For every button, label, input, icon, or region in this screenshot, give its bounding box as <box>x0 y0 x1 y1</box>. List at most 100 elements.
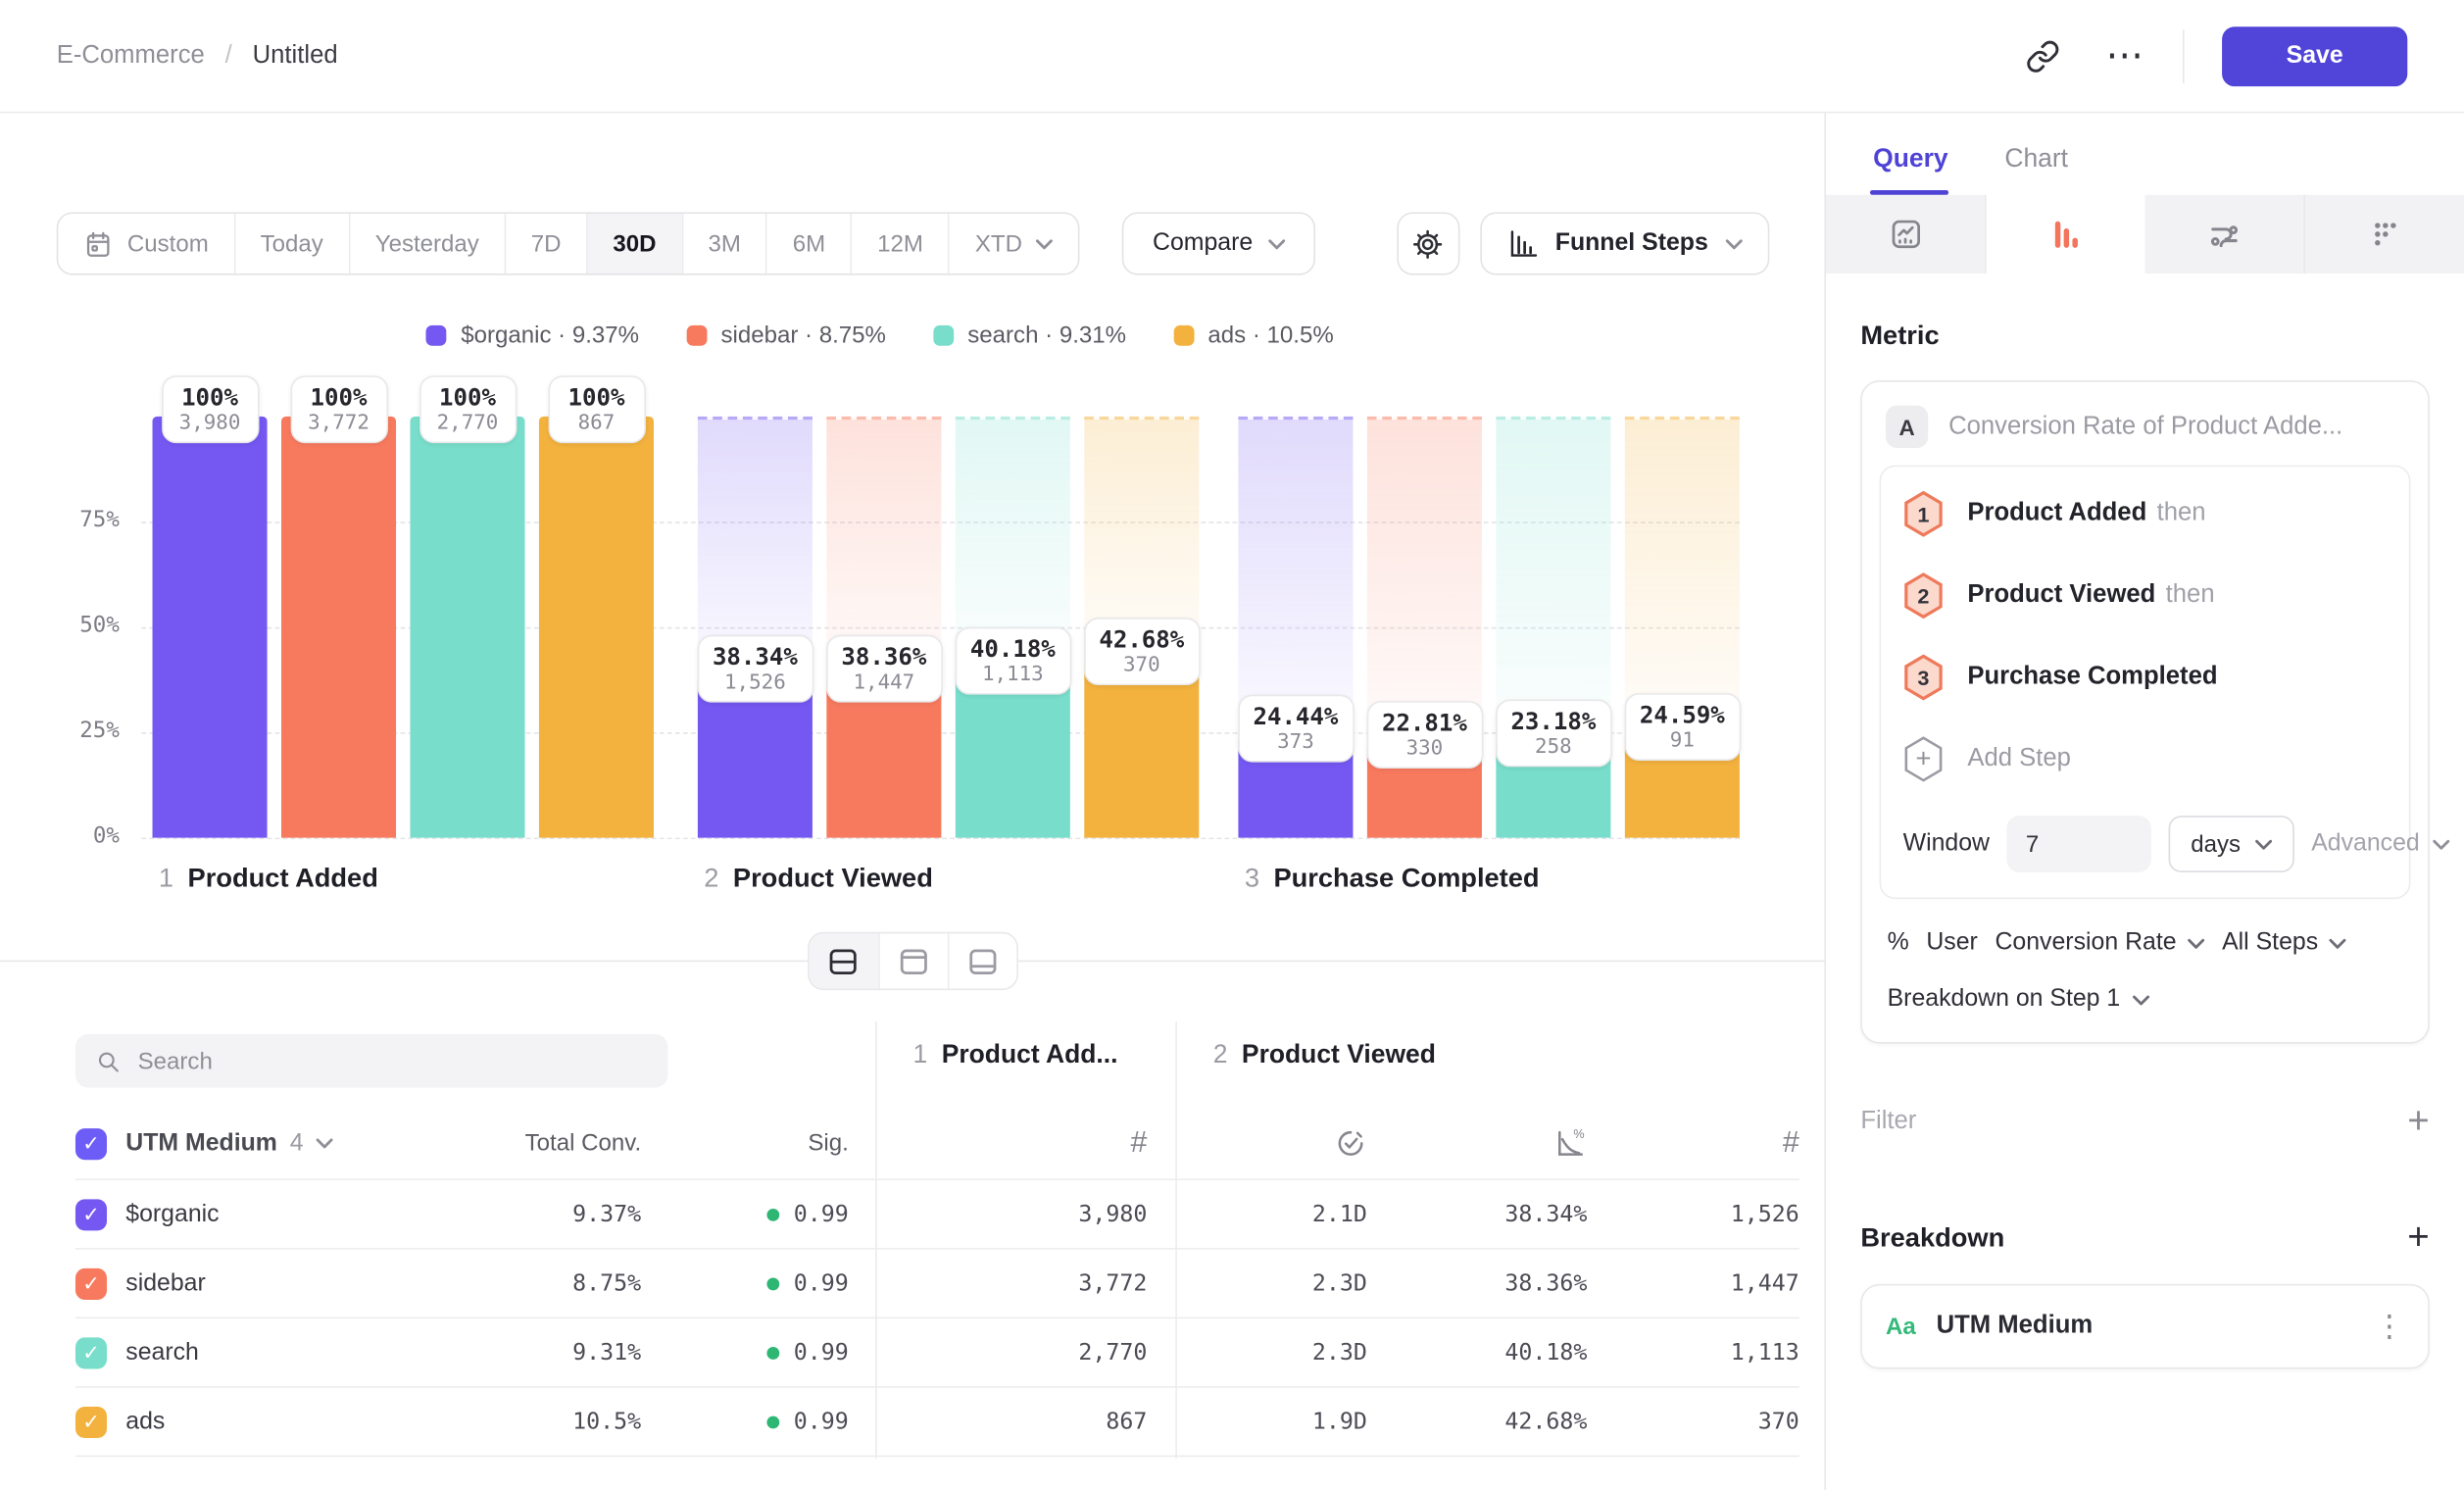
step-suffix: then <box>2149 500 2205 526</box>
window-value-input[interactable] <box>2007 816 2152 872</box>
save-button[interactable]: Save <box>2222 25 2407 85</box>
legend-item-ads[interactable]: ads · 10.5% <box>1173 323 1334 349</box>
legend-swatch <box>686 325 707 346</box>
row-checkbox[interactable]: ✓ <box>75 1337 107 1368</box>
compare-button[interactable]: Compare <box>1123 212 1316 274</box>
more-menu-icon[interactable]: ⋯ <box>2105 37 2144 74</box>
chevron-down-icon <box>1036 238 1054 249</box>
ghost-bar <box>1496 417 1610 740</box>
measure-metric-label: Conversion Rate <box>1995 929 2176 958</box>
add-step-button[interactable]: + Add Step <box>1881 719 2409 800</box>
range-12m[interactable]: 12M <box>851 214 949 273</box>
range-3m[interactable]: 3M <box>681 214 765 273</box>
breakdown-on-select[interactable]: Breakdown on Step 1 <box>1862 969 2428 1042</box>
kebab-menu-icon[interactable]: ⋮ <box>2375 1309 2404 1345</box>
row-checkbox[interactable]: ✓ <box>75 1267 107 1299</box>
chevron-down-icon <box>1268 238 1286 249</box>
funnel-bar-step1-sidebar[interactable] <box>281 417 396 838</box>
range-30d[interactable]: 30D <box>586 214 681 273</box>
table-row-search[interactable]: ✓search9.31%0.992,7702.3D40.18%1,113 <box>75 1318 1799 1388</box>
range-yesterday[interactable]: Yesterday <box>348 214 504 273</box>
column-group-step1: 1 Product Add... <box>913 1040 1118 1069</box>
funnel-steps-icon <box>1506 227 1538 259</box>
metric-step-3[interactable]: 3Purchase Completed <box>1881 636 2409 718</box>
metric-step-1[interactable]: 1 Product Added then <box>1881 473 2409 555</box>
chart-type-selector[interactable]: Funnel Steps <box>1480 212 1770 274</box>
range-6m[interactable]: 6M <box>766 214 851 273</box>
metric-title-row[interactable]: A Conversion Rate of Product Adde... <box>1862 382 2428 466</box>
time-to-convert-icon[interactable] <box>1175 1127 1367 1161</box>
total-conv-header[interactable]: Total Conv. <box>406 1130 641 1157</box>
bar-value-label: 24.44%373 <box>1237 694 1354 762</box>
sig-header[interactable]: Sig. <box>641 1130 849 1157</box>
funnel-bar-step1-search[interactable] <box>410 417 524 838</box>
advanced-toggle[interactable]: Advanced <box>2311 830 2449 859</box>
breakdown-table: 1 Product Add... 2 Product Viewed ✓ UTM … <box>0 1021 1824 1490</box>
row-label: sidebar <box>125 1269 405 1298</box>
total-conv-value: 8.75% <box>406 1270 641 1296</box>
column-group-step2: 2 Product Viewed <box>1213 1040 1436 1069</box>
table-row-sidebar[interactable]: ✓sidebar8.75%0.993,7722.3D38.36%1,447 <box>75 1250 1799 1319</box>
add-step-hexagon-icon: + <box>1903 735 1945 782</box>
conv-rate-column-icon[interactable]: % <box>1367 1127 1587 1161</box>
tab-flows[interactable] <box>2145 195 2306 273</box>
breadcrumb-title[interactable]: Untitled <box>253 41 338 70</box>
step-hexagon-badge: 1 <box>1903 490 1945 537</box>
funnel-bar-step1-ads[interactable] <box>539 417 654 838</box>
legend-item-search[interactable]: search · 9.31% <box>933 323 1126 349</box>
tab-retention[interactable] <box>2305 195 2464 273</box>
row-checkbox[interactable]: ✓ <box>75 1199 107 1230</box>
settings-button[interactable] <box>1397 212 1459 274</box>
range-custom[interactable]: Custom <box>58 214 233 273</box>
add-filter-button[interactable]: + <box>2407 1104 2429 1141</box>
layout-chart-only-button[interactable] <box>877 933 947 988</box>
breadcrumb-project[interactable]: E-Commerce <box>57 41 205 70</box>
table-search[interactable] <box>75 1034 667 1088</box>
legend-item-sidebar[interactable]: sidebar · 8.75% <box>686 323 886 349</box>
window-unit-select[interactable]: days <box>2169 816 2294 872</box>
breadcrumb-separator: / <box>225 41 232 70</box>
step2-count: 1,113 <box>1587 1340 1799 1366</box>
link-icon[interactable] <box>2018 30 2068 80</box>
range-today[interactable]: Today <box>233 214 348 273</box>
measure-scope-select[interactable]: All Steps <box>2222 929 2346 958</box>
search-input[interactable] <box>138 1048 648 1074</box>
row-checkbox[interactable]: ✓ <box>75 1406 107 1437</box>
search-icon <box>96 1048 121 1074</box>
metric-step-2[interactable]: 2Product Viewed then <box>1881 555 2409 636</box>
layout-split-button[interactable] <box>809 933 878 988</box>
gridline <box>141 838 1740 840</box>
add-breakdown-button[interactable]: + <box>2407 1219 2429 1257</box>
dimension-selector[interactable]: UTM Medium 4 <box>125 1129 405 1158</box>
range-xtd[interactable]: XTD <box>949 214 1079 273</box>
legend-item-organic[interactable]: $organic · 9.37% <box>426 323 639 349</box>
count-column-icon[interactable]: # <box>1130 1126 1147 1161</box>
step2-time: 2.3D <box>1175 1340 1367 1366</box>
step2-rate: 38.36% <box>1367 1270 1587 1296</box>
tab-funnels[interactable] <box>1987 195 2145 273</box>
calendar-icon <box>83 228 113 258</box>
tab-query[interactable]: Query <box>1873 145 1947 195</box>
measure-metric-select[interactable]: Conversion Rate <box>1995 929 2204 958</box>
step-event-name: Product Added <box>1967 500 2146 526</box>
tab-insights[interactable] <box>1826 195 1987 273</box>
measure-actor[interactable]: User <box>1926 929 1977 958</box>
funnel-bar-step1-organic[interactable] <box>153 417 268 838</box>
layout-table-only-button[interactable] <box>947 933 1016 988</box>
select-all-checkbox[interactable]: ✓ <box>75 1127 107 1159</box>
count-column-icon[interactable]: # <box>1783 1126 1799 1161</box>
bar-value-label: 24.59%91 <box>1624 693 1741 761</box>
range-7d[interactable]: 7D <box>504 214 586 273</box>
legend-label: sidebar · 8.75% <box>720 323 885 349</box>
sig-value: 0.99 <box>641 1270 849 1296</box>
table-row-ads[interactable]: ✓ads10.5%0.998671.9D42.68%370 <box>75 1388 1799 1458</box>
step-suffix: then <box>2159 581 2215 608</box>
table-row-organic[interactable]: ✓$organic9.37%0.993,9802.1D38.34%1,526 <box>75 1180 1799 1250</box>
metric-badge: A <box>1886 406 1928 448</box>
step2-count: 1,447 <box>1587 1270 1799 1296</box>
funnel-bar-step2-ads[interactable] <box>1084 658 1199 837</box>
tab-chart[interactable]: Chart <box>2004 145 2068 195</box>
legend-label: $organic · 9.37% <box>461 323 639 349</box>
total-conv-value: 9.31% <box>406 1340 641 1366</box>
breakdown-item-card[interactable]: Aa UTM Medium ⋮ <box>1860 1284 2429 1369</box>
